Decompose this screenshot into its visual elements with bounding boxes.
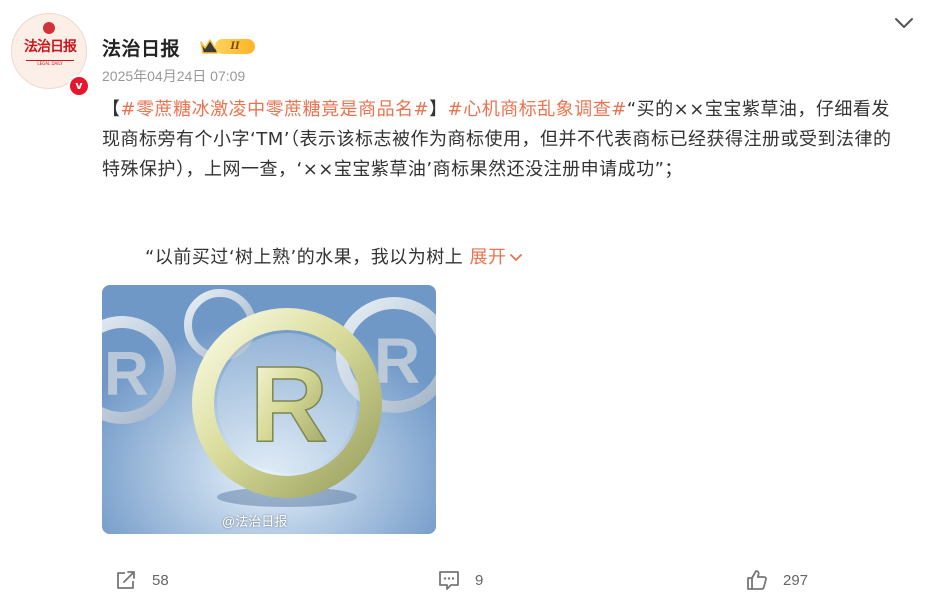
para2-text: “以前买过‘树上熟’的水果，我以为树上 — [145, 247, 464, 268]
like-button[interactable]: 297 — [745, 560, 808, 600]
author-name[interactable]: 法治日报 — [102, 34, 180, 61]
share-icon — [117, 571, 135, 589]
share-count: 58 — [152, 571, 169, 589]
post-text-para2: “以前买过‘树上熟’的水果，我以为树上 展开 — [145, 243, 523, 273]
registered-trademark-image: R R R — [102, 285, 436, 534]
verified-badge-icon: v — [68, 75, 90, 97]
expand-label: 展开 — [469, 247, 507, 268]
topic-link-1[interactable]: #零蔗糖冰激凌中零蔗糖竟是商品名# — [121, 99, 430, 120]
action-bar: 58 9 297 — [0, 560, 933, 600]
svg-text:R: R — [250, 343, 328, 464]
comment-count: 9 — [475, 571, 484, 589]
post-text: 【#零蔗糖冰激凌中零蔗糖竟是商品名#】#心机商标乱象调查#“买的××宝宝紫草油，… — [102, 95, 902, 185]
thumbs-up-icon — [747, 570, 767, 590]
avatar-logo-text: 法治日报 — [24, 39, 77, 55]
chevron-down-icon[interactable] — [893, 12, 915, 34]
bracket-open: 【 — [102, 99, 121, 120]
author-avatar[interactable]: 法治日报 LEGAL DAILY v — [11, 13, 90, 97]
weibo-post-card: 法治日报 LEGAL DAILY v 法治日报 II 2025年04月24日 0… — [0, 0, 933, 603]
post-timestamp[interactable]: 2025年04月24日 07:09 — [102, 66, 245, 86]
like-count: 297 — [783, 571, 809, 589]
avatar-emblem-icon — [43, 22, 55, 34]
avatar-subtext: LEGAL DAILY — [26, 60, 74, 66]
expand-link[interactable]: 展开 — [470, 247, 523, 268]
chevron-down-small-icon — [509, 254, 522, 262]
vip-badge[interactable]: II — [199, 36, 256, 56]
topic-link-2[interactable]: #心机商标乱象调查# — [448, 99, 627, 120]
bracket-close: 】 — [429, 99, 448, 120]
comment-button[interactable]: 9 — [437, 560, 483, 600]
comment-icon — [439, 571, 459, 590]
vip-level-label: II — [215, 39, 255, 54]
share-button[interactable]: 58 — [114, 560, 169, 600]
svg-text:R: R — [104, 340, 149, 409]
svg-text:R: R — [374, 325, 420, 397]
post-image[interactable]: R R R @法治日报 — [102, 285, 436, 534]
image-watermark: @法治日报 — [222, 514, 288, 529]
